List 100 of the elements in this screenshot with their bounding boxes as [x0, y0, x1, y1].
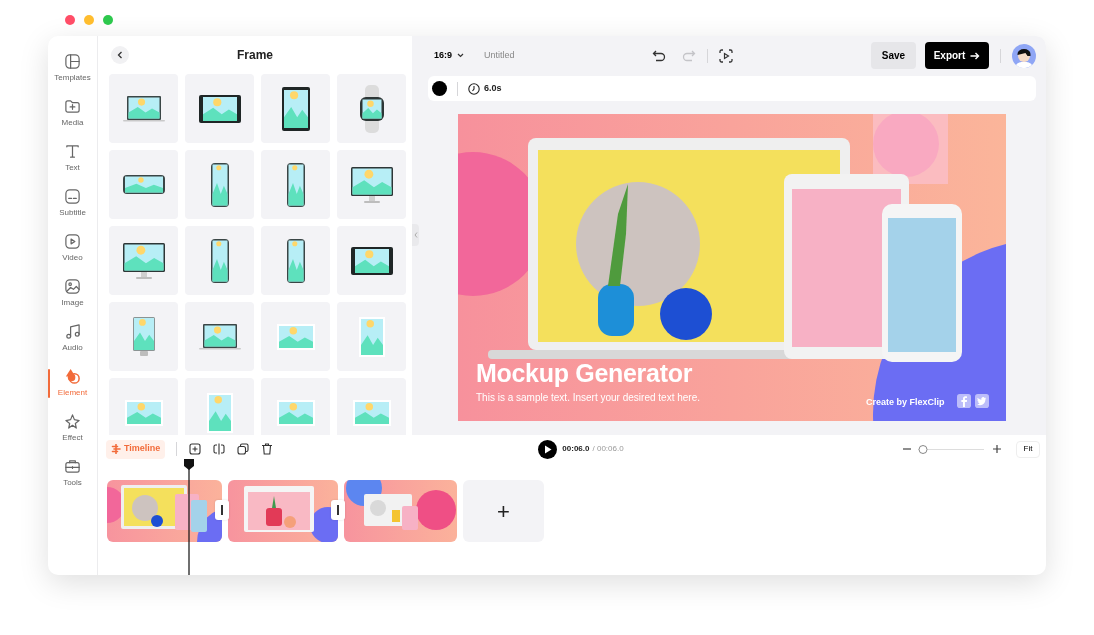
frame-tile[interactable] [261, 150, 330, 219]
minimize-dot[interactable] [84, 15, 94, 25]
sidebar-item[interactable]: Templates [48, 46, 97, 91]
plus-icon [992, 444, 1002, 454]
duplicate-button[interactable] [237, 443, 250, 455]
frame-landscape-icon [276, 399, 315, 426]
caret-icon [457, 53, 464, 58]
sidebar-item[interactable]: Image [48, 271, 97, 316]
frame-landscape-icon [276, 323, 315, 350]
save-button[interactable]: Save [871, 42, 916, 69]
tablet-landscape-icon [350, 246, 393, 275]
add-icon [189, 443, 202, 455]
frame-tile[interactable] [109, 302, 178, 371]
sidebar-item[interactable]: Media [48, 91, 97, 136]
chevron-left-icon [413, 232, 418, 238]
canvas-subtitle: This is a sample text. Insert your desired text here. [476, 391, 700, 405]
frame-tile[interactable] [185, 302, 254, 371]
frame-tile[interactable] [109, 150, 178, 219]
project-title[interactable]: Untitled [484, 48, 515, 63]
sidebar-item[interactable]: Effect [48, 406, 97, 451]
frame-tile[interactable] [261, 226, 330, 295]
add-button[interactable] [189, 443, 202, 455]
panel-title: Frame [237, 48, 273, 62]
frame-portrait-icon [206, 392, 233, 433]
play-icon [543, 444, 552, 454]
tablet-icon [281, 86, 310, 131]
close-dot[interactable] [65, 15, 75, 25]
toolbox-icon [64, 458, 81, 475]
frame-tile[interactable] [261, 302, 330, 371]
slider-thumb[interactable] [918, 444, 928, 454]
duplicate-icon [237, 443, 250, 455]
frame-tile[interactable] [185, 150, 254, 219]
current-time: 00:06.0 [562, 443, 590, 455]
fit-button[interactable]: Fit [1016, 440, 1040, 458]
split-icon [213, 443, 226, 455]
monitor-icon [350, 166, 393, 203]
total-time: / 00:06.0 [592, 443, 624, 455]
sidebar-item[interactable]: Text [48, 136, 97, 181]
frame-tile[interactable] [261, 378, 330, 435]
frame-tile[interactable] [337, 74, 406, 143]
redo-icon [682, 48, 697, 63]
frame-tile[interactable] [337, 150, 406, 219]
sidebar-item[interactable]: Subtitle [48, 181, 97, 226]
frame-landscape-icon [352, 399, 391, 426]
frame-tile[interactable] [185, 378, 254, 435]
chevron-left-icon [117, 51, 123, 59]
timeline-icon [111, 444, 121, 454]
laptop-icon [198, 323, 241, 350]
transition-handle[interactable] [331, 500, 345, 520]
clock-icon [468, 82, 480, 95]
frame-tile[interactable] [337, 302, 406, 371]
preview-button[interactable] [719, 48, 734, 63]
frame-tile[interactable] [337, 378, 406, 435]
subtitle-icon [64, 188, 81, 205]
frame-tile[interactable] [109, 74, 178, 143]
add-clip-button[interactable]: + [463, 480, 544, 542]
laptop-icon [122, 95, 165, 122]
avatar[interactable] [1012, 43, 1036, 68]
phone-icon [286, 238, 305, 283]
video-icon [64, 233, 81, 250]
transition-handle[interactable] [215, 500, 229, 520]
delete-button[interactable] [261, 443, 274, 455]
folder-icon [64, 98, 81, 115]
phone-icon [286, 162, 305, 207]
frame-landscape-icon [124, 399, 163, 426]
tablet-landscape-icon [198, 94, 241, 123]
image-icon [64, 278, 81, 295]
collapse-handle[interactable] [412, 224, 419, 246]
frame-tile[interactable] [185, 74, 254, 143]
playhead[interactable] [183, 459, 195, 575]
undo-button[interactable] [652, 48, 667, 63]
frame-tile[interactable] [185, 226, 254, 295]
frame-tile[interactable] [261, 74, 330, 143]
frame-tile[interactable] [109, 226, 178, 295]
sidebar-item[interactable]: Audio [48, 316, 97, 361]
monitor-portrait-icon [132, 317, 155, 356]
split-button[interactable] [213, 443, 226, 455]
maximize-dot[interactable] [103, 15, 113, 25]
zoom-in-button[interactable] [992, 444, 1002, 454]
layout-icon [64, 53, 81, 70]
text-icon [64, 143, 81, 160]
export-button[interactable]: Export [925, 42, 989, 69]
phone-landscape-icon [122, 175, 165, 194]
star-icon [64, 413, 81, 430]
canvas-title: Mockup Generator [476, 361, 693, 386]
duration-button[interactable]: 6.0s [468, 81, 502, 96]
phone-icon [210, 238, 229, 283]
phone-icon [210, 162, 229, 207]
arrow-right-icon [970, 51, 981, 60]
music-note-icon [64, 323, 81, 340]
sidebar-item[interactable]: Tools [48, 451, 97, 496]
undo-icon [652, 48, 667, 63]
aspect-ratio-dropdown[interactable]: 16:9 [434, 48, 464, 63]
back-button[interactable] [111, 46, 129, 64]
frame-portrait-icon [358, 316, 385, 357]
sidebar-item[interactable]: Video [48, 226, 97, 271]
frame-tile[interactable] [109, 378, 178, 435]
color-swatch[interactable] [432, 81, 447, 96]
play-button[interactable] [538, 439, 558, 459]
frame-tile[interactable] [337, 226, 406, 295]
